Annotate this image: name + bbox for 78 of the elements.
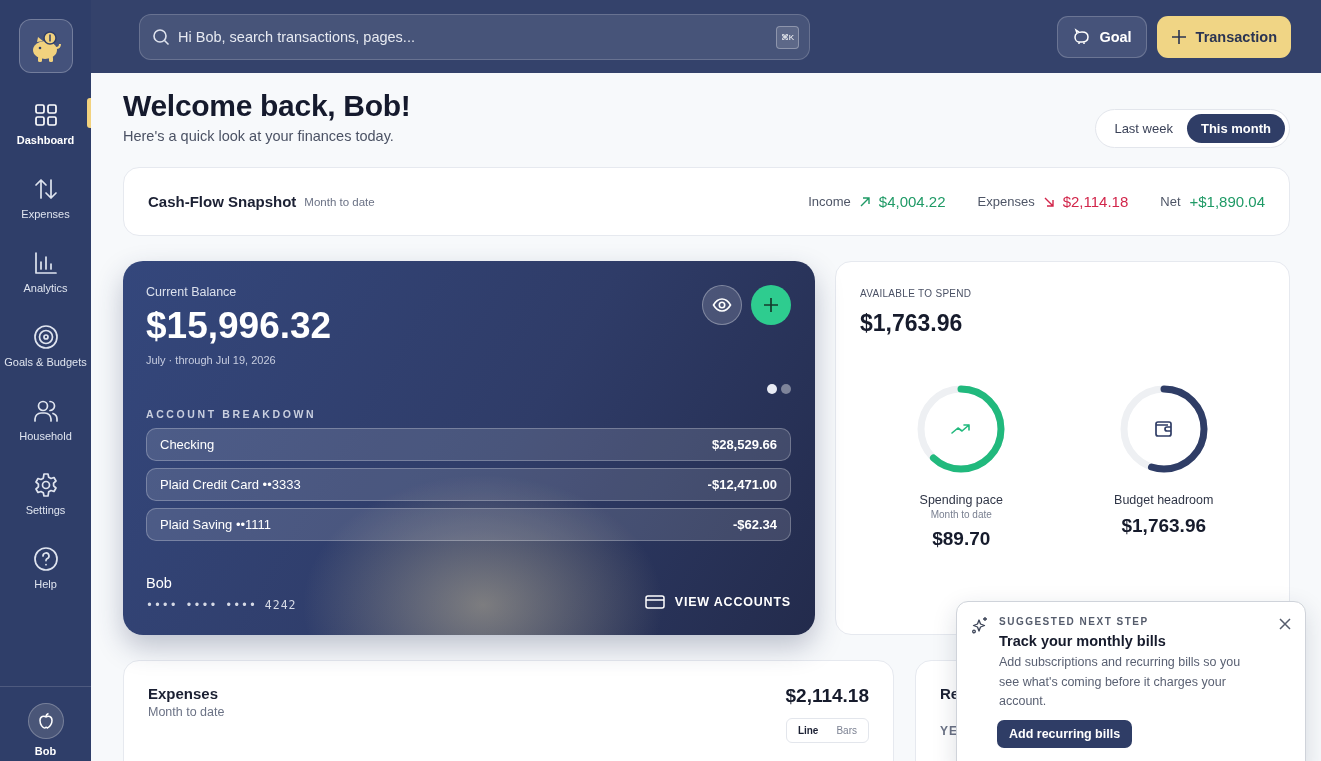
people-icon	[32, 398, 59, 424]
help-icon	[32, 546, 59, 572]
account-balance: -$12,471.00	[707, 477, 777, 492]
card-subtitle: Month to date	[148, 705, 225, 719]
app-logo[interactable]	[18, 19, 73, 73]
account-balance: $28,529.66	[711, 437, 777, 452]
card-holder: Bob	[146, 575, 173, 591]
metric-label: Net	[1160, 194, 1181, 209]
card-title: Cash-Flow Snapshot	[148, 193, 297, 210]
sidebar-item[interactable]: Expenses	[0, 161, 91, 235]
meter-label: Budget headroom	[1114, 493, 1214, 507]
chart-type-tab[interactable]: Line	[788, 721, 828, 740]
account-name: Plaid Credit Card ••3333	[160, 477, 301, 492]
suggestion-title: Track your monthly bills	[999, 633, 1167, 649]
account-row[interactable]: Plaid Credit Card ••3333 -$12,471.00	[146, 468, 791, 501]
meter-value: $1,763.96	[1121, 515, 1206, 537]
chart-type-tab[interactable]: Bars	[827, 721, 866, 740]
range-tab[interactable]: Last week	[1100, 114, 1187, 143]
account-balance: -$62.34	[732, 517, 777, 532]
arrow-up-right-icon	[859, 196, 870, 207]
section-heading: ACCOUNT BREAKDOWN	[146, 408, 318, 420]
sidebar-item[interactable]: Household	[0, 383, 91, 457]
range-tab[interactable]: This month	[1186, 114, 1285, 143]
sidebar-item[interactable]: Dashboard	[0, 87, 91, 161]
sidebar-item[interactable]: Goals & Budgets	[0, 309, 91, 383]
add-button[interactable]	[751, 285, 791, 325]
page-subtitle: Here's a quick look at your finances today.	[123, 128, 395, 144]
expenses-total: $2,114.18	[785, 685, 869, 707]
page-dot[interactable]	[767, 384, 777, 394]
card-label: AVAILABLE TO SPEND	[860, 288, 973, 299]
metric-label: Income	[808, 194, 851, 209]
grid-icon	[32, 102, 59, 128]
plus-icon	[1170, 28, 1187, 45]
metric-label: Expenses	[977, 194, 1035, 209]
bar-chart-icon	[32, 250, 59, 276]
credit-card-icon	[644, 594, 665, 610]
target-icon	[32, 324, 59, 350]
available-amount: $1,763.96	[860, 310, 964, 337]
card-subtitle: Month to date	[304, 195, 375, 208]
add-transaction-button[interactable]: Transaction	[1156, 15, 1291, 58]
meter-label: Spending pace	[919, 493, 1003, 507]
account-name: Plaid Saving ••1111	[160, 517, 271, 532]
view-accounts-link[interactable]: VIEW ACCOUNTS	[644, 594, 791, 610]
metric-value: $2,114.18	[1062, 193, 1129, 210]
arrow-down-right-icon	[1043, 196, 1054, 207]
plus-icon	[763, 297, 779, 313]
close-icon[interactable]	[1279, 618, 1291, 630]
eye-icon	[712, 295, 732, 315]
balance-period: July · through Jul 19, 2026	[146, 354, 277, 366]
sidebar-item[interactable]: Settings	[0, 457, 91, 531]
show-balance-button[interactable]	[702, 285, 742, 325]
user-avatar[interactable]	[27, 703, 64, 739]
metric-value: +$1,890.04	[1189, 193, 1265, 210]
search-icon	[152, 27, 170, 46]
sparkles-icon	[971, 616, 989, 634]
card-number: •••• •••• •••• 4242	[146, 598, 297, 612]
card-label: YE	[940, 724, 958, 738]
settings-icon	[32, 472, 59, 498]
page-dot[interactable]	[781, 384, 791, 394]
account-name: Checking	[160, 437, 215, 452]
goal-button[interactable]: Goal	[1057, 15, 1147, 58]
suggestion-eyebrow: SUGGESTED NEXT STEP	[999, 616, 1150, 627]
page-title: Welcome back, Bob!	[123, 89, 411, 123]
user-name: Bob	[34, 745, 57, 757]
card-title: Expenses	[148, 685, 220, 702]
sidebar-item[interactable]: Analytics	[0, 235, 91, 309]
add-recurring-bills-button[interactable]: Add recurring bills	[997, 719, 1133, 748]
apple-icon	[36, 712, 55, 730]
meter-sublabel: Month to date	[930, 509, 992, 520]
balance-label: Current Balance	[146, 285, 238, 299]
account-row[interactable]: Checking $28,529.66	[146, 428, 791, 461]
account-row[interactable]: Plaid Saving ••1111 -$62.34	[146, 508, 791, 541]
meter-value: $89.70	[932, 528, 991, 550]
up-down-arrows-icon	[32, 176, 59, 202]
metric-value: $4,004.22	[878, 193, 946, 210]
balance-amount: $15,996.32	[146, 305, 333, 347]
suggestion-text: Add subscriptions and recurring bills so you see what's coming before it charges your account.	[999, 654, 1242, 710]
sidebar-item[interactable]: Help	[0, 531, 91, 605]
